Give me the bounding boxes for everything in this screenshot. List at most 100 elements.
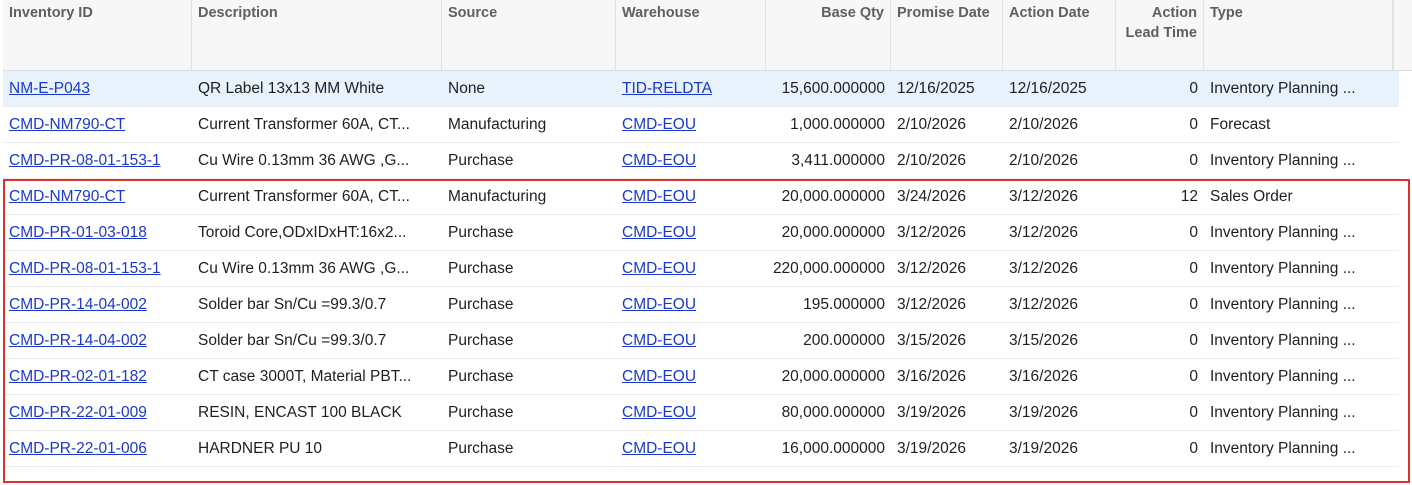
table-row[interactable]: CMD-PR-01-03-018 Toroid Core,ODxIDxHT:16x… [3, 215, 1399, 251]
warehouse-link[interactable]: TID-RELDTA [622, 80, 712, 97]
inventory-id-link[interactable]: CMD-PR-14-04-002 [3, 323, 192, 358]
column-header-source[interactable]: Source [442, 0, 616, 70]
table-row[interactable]: CMD-PR-08-01-153-1 Cu Wire 0.13mm 36 AWG … [3, 251, 1399, 287]
base-qty-cell: 20,000.000000 [781, 368, 885, 385]
description-cell: RESIN, ENCAST 100 BLACK [198, 404, 402, 421]
column-header-inventory-id[interactable]: Inventory ID [3, 0, 192, 70]
source-cell: Purchase [448, 224, 514, 241]
table-row[interactable]: CMD-PR-08-01-153-1 Cu Wire 0.13mm 36 AWG … [3, 143, 1399, 179]
warehouse-link[interactable]: CMD-EOU [622, 368, 696, 385]
column-header-base-qty[interactable]: Base Qty [766, 0, 891, 70]
inventory-id-link[interactable]: CMD-PR-08-01-153-1 [9, 260, 161, 277]
inventory-id-link[interactable]: CMD-PR-22-01-009 [3, 395, 192, 430]
source-cell: Purchase [448, 404, 514, 421]
description-cell: Cu Wire 0.13mm 36 AWG ,G... [198, 152, 410, 169]
warehouse-link[interactable]: TID-RELDTA [616, 71, 766, 106]
table-row[interactable]: CMD-PR-02-01-182 CT case 3000T, Material … [3, 359, 1399, 395]
source-cell: None [448, 80, 486, 97]
lead-time-cell: 0 [1189, 404, 1198, 421]
action-date-cell: 3/15/2026 [1009, 332, 1078, 349]
warehouse-link[interactable]: CMD-EOU [616, 215, 766, 250]
description-cell: Current Transformer 60A, CT... [198, 188, 410, 205]
base-qty-cell: 3,411.000000 [791, 152, 885, 169]
inventory-id-link[interactable]: CMD-PR-22-01-006 [3, 431, 192, 466]
inventory-id-link[interactable]: CMD-NM790-CT [3, 179, 192, 214]
column-header-promise-date[interactable]: Promise Date [891, 0, 1003, 70]
column-header-action-date[interactable]: Action Date [1003, 0, 1116, 70]
description-cell: HARDNER PU 10 [198, 440, 323, 457]
type-cell: Inventory Planning ... [1210, 404, 1356, 421]
inventory-id-link[interactable]: CMD-NM790-CT [9, 116, 125, 133]
column-header-description[interactable]: Description [192, 0, 442, 70]
inventory-id-link[interactable]: CMD-PR-14-04-002 [9, 332, 147, 349]
inventory-id-link[interactable]: CMD-PR-02-01-182 [9, 368, 147, 385]
table-row[interactable]: NM-E-P043 QR Label 13x13 MM White None TID-… [3, 71, 1399, 107]
warehouse-link[interactable]: CMD-EOU [616, 287, 766, 322]
type-cell: Inventory Planning ... [1210, 368, 1356, 385]
warehouse-link[interactable]: CMD-EOU [622, 332, 696, 349]
description-cell: Cu Wire 0.13mm 36 AWG ,G... [198, 260, 410, 277]
table-row[interactable]: CMD-NM790-CT Current Transformer 60A, CT.… [3, 179, 1399, 215]
warehouse-link[interactable]: CMD-EOU [616, 431, 766, 466]
table-row[interactable]: CMD-PR-14-04-002 Solder bar Sn/Cu =99.3/0… [3, 323, 1399, 359]
inventory-id-link[interactable]: CMD-NM790-CT [9, 188, 125, 205]
warehouse-link[interactable]: CMD-EOU [622, 404, 696, 421]
lead-time-cell: 0 [1189, 224, 1198, 241]
action-date-cell: 3/19/2026 [1009, 440, 1078, 457]
column-header-warehouse[interactable]: Warehouse [616, 0, 766, 70]
description-cell: Solder bar Sn/Cu =99.3/0.7 [198, 296, 387, 313]
action-date-cell: 3/12/2026 [1009, 260, 1078, 277]
inventory-id-link[interactable]: CMD-PR-08-01-153-1 [3, 251, 192, 286]
inventory-id-link[interactable]: CMD-PR-22-01-009 [9, 404, 147, 421]
warehouse-link[interactable]: CMD-EOU [622, 260, 696, 277]
warehouse-link[interactable]: CMD-EOU [616, 323, 766, 358]
base-qty-cell: 16,000.000000 [781, 440, 885, 457]
warehouse-link[interactable]: CMD-EOU [616, 143, 766, 178]
warehouse-link[interactable]: CMD-EOU [616, 359, 766, 394]
base-qty-cell: 20,000.000000 [781, 224, 885, 241]
inventory-id-link[interactable]: CMD-PR-22-01-006 [9, 440, 147, 457]
action-date-cell: 3/12/2026 [1009, 188, 1078, 205]
table-row[interactable]: CMD-PR-22-01-009 RESIN, ENCAST 100 BLACK P… [3, 395, 1399, 431]
inventory-id-link[interactable]: CMD-PR-08-01-153-1 [9, 152, 161, 169]
warehouse-link[interactable]: CMD-EOU [616, 395, 766, 430]
table-row[interactable]: CMD-PR-14-04-002 Solder bar Sn/Cu =99.3/0… [3, 287, 1399, 323]
inventory-id-link[interactable]: CMD-NM790-CT [3, 107, 192, 142]
inventory-id-link[interactable]: CMD-PR-14-04-002 [9, 296, 147, 313]
lead-time-cell: 12 [1180, 188, 1198, 205]
warehouse-link[interactable]: CMD-EOU [616, 251, 766, 286]
promise-date-cell: 2/10/2026 [897, 152, 966, 169]
action-date-cell: 3/12/2026 [1009, 224, 1078, 241]
description-cell: QR Label 13x13 MM White [198, 80, 385, 97]
column-header-type[interactable]: Type [1204, 0, 1393, 70]
inventory-id-link[interactable]: CMD-PR-14-04-002 [3, 287, 192, 322]
column-header-truncated[interactable] [1393, 0, 1412, 70]
type-cell: Inventory Planning ... [1210, 260, 1356, 277]
inventory-id-link[interactable]: CMD-PR-08-01-153-1 [3, 143, 192, 178]
source-cell: Purchase [448, 296, 514, 313]
type-cell: Inventory Planning ... [1210, 80, 1356, 97]
warehouse-link[interactable]: CMD-EOU [616, 107, 766, 142]
table-row[interactable]: CMD-NM790-CT Current Transformer 60A, CT.… [3, 107, 1399, 143]
warehouse-link[interactable]: CMD-EOU [622, 152, 696, 169]
description-cell: Current Transformer 60A, CT... [198, 116, 410, 133]
inventory-id-link[interactable]: CMD-PR-01-03-018 [3, 215, 192, 250]
lead-time-cell: 0 [1189, 80, 1198, 97]
table-row[interactable]: CMD-PR-22-01-006 HARDNER PU 10 Purchase CMD… [3, 431, 1399, 467]
column-header-action-lead-time[interactable]: Action Lead Time [1116, 0, 1204, 70]
warehouse-link[interactable]: CMD-EOU [622, 188, 696, 205]
inventory-id-link[interactable]: CMD-PR-02-01-182 [3, 359, 192, 394]
action-date-cell: 3/12/2026 [1009, 296, 1078, 313]
inventory-id-link[interactable]: NM-E-P043 [9, 80, 90, 97]
warehouse-link[interactable]: CMD-EOU [616, 179, 766, 214]
warehouse-link[interactable]: CMD-EOU [622, 296, 696, 313]
inventory-id-link[interactable]: NM-E-P043 [3, 71, 192, 106]
warehouse-link[interactable]: CMD-EOU [622, 116, 696, 133]
warehouse-link[interactable]: CMD-EOU [622, 440, 696, 457]
type-cell: Inventory Planning ... [1210, 440, 1356, 457]
lead-time-cell: 0 [1189, 440, 1198, 457]
promise-date-cell: 12/16/2025 [897, 80, 975, 97]
warehouse-link[interactable]: CMD-EOU [622, 224, 696, 241]
description-cell: Solder bar Sn/Cu =99.3/0.7 [198, 332, 387, 349]
inventory-id-link[interactable]: CMD-PR-01-03-018 [9, 224, 147, 241]
